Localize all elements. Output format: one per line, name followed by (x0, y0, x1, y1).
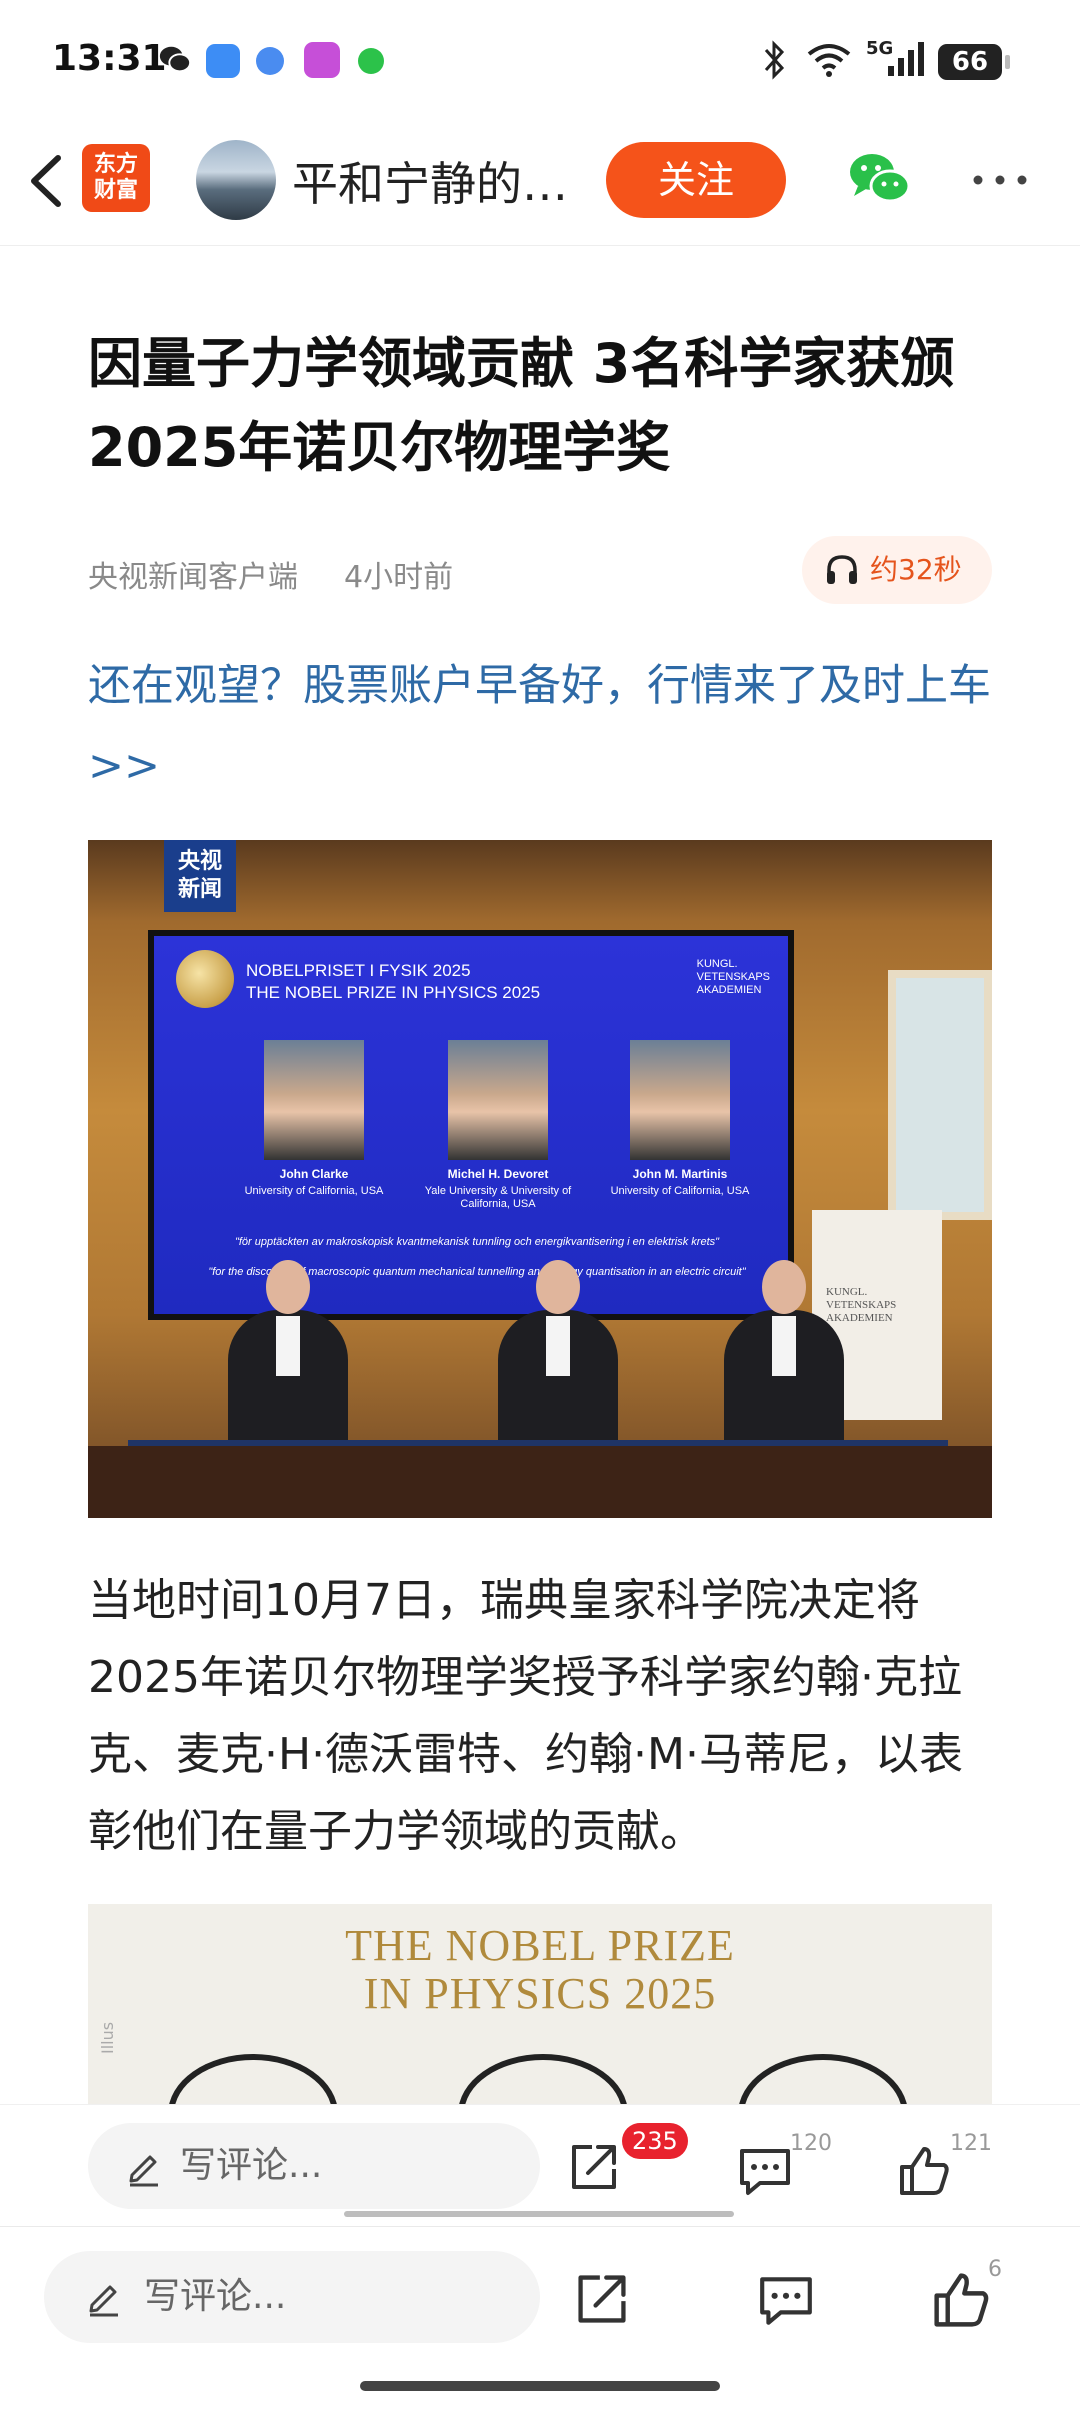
winner-2-name: Michel H. Devoret (447, 1167, 549, 1181)
wechat-share-icon[interactable] (846, 148, 912, 208)
audio-duration: 约32秒 (870, 553, 962, 586)
home-indicator[interactable] (360, 2381, 720, 2391)
chat-icon (358, 48, 384, 74)
pencil-icon (89, 2285, 118, 2317)
poster-title: THE NOBEL PRIZE IN PHYSICS 2025 (88, 1922, 992, 2018)
screen-title: NOBELPRISET I FYSIK 2025 THE NOBEL PRIZE… (246, 960, 540, 1004)
winner-2: Michel H. Devoret Yale University & Univ… (418, 1168, 578, 1211)
poster-title-line-1: THE NOBEL PRIZE (345, 1921, 735, 1970)
comment-count: 120 (790, 2131, 832, 2156)
sketch-portrait-2 (458, 2054, 628, 2104)
comment-input-secondary[interactable]: 写评论... (44, 2251, 540, 2343)
bluetooth-icon (764, 40, 785, 80)
status-bar: 13:31 5G 66 (0, 0, 1080, 120)
author-avatar[interactable] (196, 140, 276, 220)
sheet-handle (344, 2211, 734, 2217)
article-source[interactable]: 央视新闻客户端 (88, 552, 298, 596)
winner-3: John M. Martinis University of Californi… (600, 1168, 760, 1198)
presenter-center (498, 1260, 618, 1460)
poster-side-text: Illus (98, 2021, 117, 2054)
citation-swedish: "för upptäckten av makroskopisk kvantmek… (234, 1236, 720, 1248)
banner-text: KUNGL. VETENSKAPS AKADEMIEN (826, 1286, 896, 1325)
top-nav-bar: 东方 财富 平和宁静的… 关注 (0, 120, 1080, 246)
winner-1-affiliation: University of California, USA (244, 1185, 384, 1197)
battery-indicator: 66 (938, 44, 1010, 80)
portrait-john-martinis (630, 1040, 730, 1160)
pencil-icon (129, 2155, 158, 2187)
banner-line-3: AKADEMIEN (826, 1312, 893, 1324)
browser-icon (256, 47, 284, 75)
banner-line-2: VETENSKAPS (826, 1299, 897, 1311)
like-count-secondary: 6 (988, 2257, 1002, 2282)
presentation-table (88, 1446, 992, 1518)
sketch-portrait-1 (168, 2054, 338, 2104)
author-name[interactable]: 平和宁静的… (292, 148, 568, 214)
signal-icon (888, 42, 924, 76)
wechat-notification-icon (159, 46, 192, 73)
app-logo[interactable]: 东方 财富 (82, 144, 150, 212)
watermark-line-2: 新闻 (177, 877, 222, 902)
status-time: 13:31 (52, 38, 167, 79)
cctv-news-watermark: 央视 新闻 (164, 840, 236, 912)
presentation-screen: NOBELPRISET I FYSIK 2025 THE NOBEL PRIZE… (148, 930, 794, 1320)
bank-app-icon (304, 42, 340, 78)
winner-1: John Clarke University of California, US… (234, 1168, 394, 1198)
presenter-right (724, 1260, 844, 1460)
comment-bar-primary: 写评论... 235 120 121 (0, 2104, 1080, 2224)
wifi-icon (807, 44, 851, 77)
logo-line-2: 财富 (93, 178, 138, 203)
screen-title-line-2: THE NOBEL PRIZE IN PHYSICS 2025 (246, 983, 541, 1002)
headphones-icon (827, 555, 857, 584)
winner-3-affiliation: University of California, USA (610, 1185, 750, 1197)
sketch-portrait-3 (738, 2054, 908, 2104)
like-icon[interactable] (930, 2269, 992, 2331)
like-count: 121 (950, 2131, 992, 2156)
more-options-icon[interactable] (970, 170, 1030, 190)
back-arrow-icon[interactable] (22, 150, 72, 212)
nobel-poster-image[interactable]: THE NOBEL PRIZE IN PHYSICS 2025 Illus (88, 1904, 992, 2104)
citation-english: "for the discovery of macroscopic quantu… (208, 1266, 746, 1278)
winner-1-name: John Clarke (279, 1167, 349, 1181)
comment-placeholder-secondary: 写评论... (144, 2276, 287, 2317)
watermark-line-1: 央视 (177, 849, 222, 874)
academy-line-2: VETENSKAPS (696, 971, 770, 983)
nobel-medal-icon (176, 950, 234, 1008)
banner-line-1: KUNGL. (826, 1286, 868, 1298)
like-icon[interactable] (896, 2143, 952, 2199)
comment-input[interactable]: 写评论... (88, 2123, 540, 2209)
press-conference-photo[interactable]: 央视 新闻 NOBELPRISET I FYSIK 2025 THE NOBEL… (88, 840, 992, 1518)
logo-line-1: 东方 (93, 152, 138, 177)
poster-title-line-2: IN PHYSICS 2025 (363, 1969, 717, 2018)
blue-app-icon (206, 44, 240, 78)
follow-button[interactable]: 关注 (606, 142, 786, 218)
share-count-badge: 235 (622, 2123, 688, 2159)
academy-line-1: KUNGL. (696, 958, 738, 970)
comment-icon[interactable] (756, 2273, 816, 2329)
article-time: 4小时前 (344, 560, 454, 595)
screen-title-line-1: NOBELPRISET I FYSIK 2025 (246, 961, 471, 980)
window (888, 970, 992, 1220)
comment-icon[interactable] (736, 2145, 794, 2199)
share-icon[interactable] (566, 2139, 622, 2195)
listen-audio-button[interactable]: 约32秒 (802, 536, 992, 604)
article-title: 因量子力学领域贡献 3名科学家获颁2025年诺贝尔物理学奖 (88, 332, 955, 479)
portrait-john-clarke (264, 1040, 364, 1160)
share-icon[interactable] (572, 2269, 632, 2329)
winner-3-name: John M. Martinis (632, 1167, 728, 1181)
academy-line-3: AKADEMIEN (696, 984, 762, 996)
article-body: 当地时间10月7日，瑞典皇家科学院决定将2025年诺贝尔物理学奖授予科学家约翰·… (88, 1575, 963, 1857)
presenter-left (228, 1260, 348, 1460)
promo-link[interactable]: 还在观望？股票账户早备好，行情来了及时上车>> (88, 646, 998, 806)
winner-2-affiliation: Yale University & University of Californ… (424, 1185, 572, 1210)
comment-placeholder: 写评论... (180, 2145, 323, 2186)
academy-logo: KUNGL. VETENSKAPS AKADEMIEN (697, 958, 770, 997)
comment-bar-secondary: 写评论... 6 (0, 2226, 1080, 2412)
portrait-michel-devoret (448, 1040, 548, 1160)
